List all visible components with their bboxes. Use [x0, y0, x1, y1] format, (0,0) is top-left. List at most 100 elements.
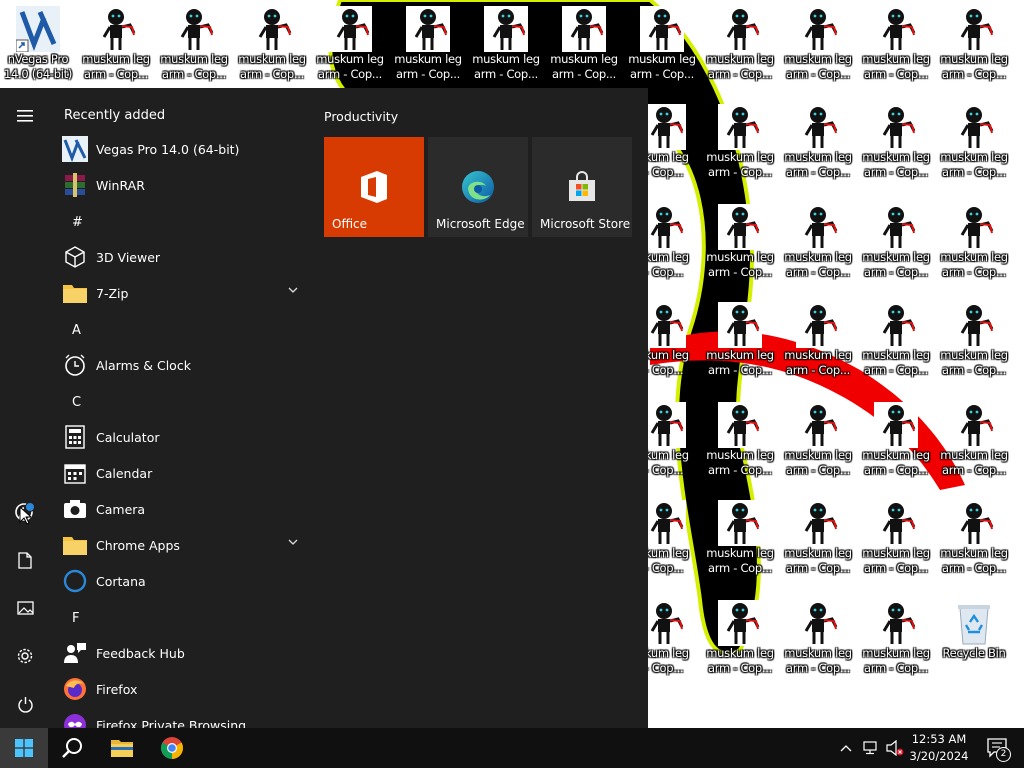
chevron-down-icon[interactable] [288, 287, 298, 293]
desktop-shortcut[interactable]: muskum leg arm - Cop... [936, 98, 1012, 192]
taskbar-file-explorer[interactable] [98, 728, 146, 768]
desktop-shortcut-label: Recycle Bin [942, 646, 1006, 660]
app-item-winrar[interactable]: WinRAR [60, 167, 310, 203]
desktop-shortcut[interactable]: muskum leg arm - Cop... [78, 0, 154, 94]
desktop-shortcut[interactable]: muskum leg arm - Cop... [780, 494, 856, 588]
app-item-firefox-private[interactable]: Firefox Private Browsing [60, 707, 310, 728]
desktop-shortcut[interactable]: muskum leg arm - Cop... [234, 0, 310, 94]
app-item-vegas-pro[interactable]: Vegas Pro 14.0 (64-bit) [60, 131, 310, 167]
desktop-shortcut[interactable]: muskum leg arm - Cop... [936, 0, 1012, 94]
desktop-shortcut[interactable]: muskum leg arm - Cop... [780, 98, 856, 192]
app-label: Camera [96, 501, 146, 517]
desktop-shortcut[interactable]: muskum leg arm - Cop... [858, 594, 934, 688]
group-letter-f[interactable]: F [72, 611, 79, 626]
desktop-shortcut[interactable]: muskum leg arm - Cop... [780, 594, 856, 688]
app-label: Chrome Apps [96, 537, 180, 553]
desktop-shortcut[interactable]: muskum leg arm - Cop... [858, 198, 934, 292]
desktop-shortcut[interactable]: muskum leg arm - Cop... [702, 494, 778, 588]
power-icon[interactable] [0, 680, 50, 728]
volume-button[interactable] [884, 728, 906, 768]
desktop-shortcut[interactable]: muskum leg arm - Cop... [702, 98, 778, 192]
desktop-shortcut[interactable]: muskum leg arm - Cop... [780, 396, 856, 490]
desktop-shortcut[interactable]: muskum leg arm - Cop... [858, 396, 934, 490]
desktop-shortcut[interactable]: muskum leg arm - Cop... [702, 296, 778, 390]
desktop-shortcut[interactable]: muskum leg arm - Cop... [702, 0, 778, 94]
stick-figure-icon [484, 6, 528, 52]
group-letter-c[interactable]: C [72, 395, 81, 410]
stick-figure-icon [874, 302, 918, 348]
settings-icon[interactable] [0, 632, 50, 680]
start-button[interactable] [0, 728, 48, 768]
vegas-pro-icon [62, 136, 88, 162]
desktop-shortcut[interactable]: muskum leg arm - Cop... [546, 0, 622, 94]
desktop-shortcut-label: muskum leg arm - Cop... [82, 52, 150, 81]
file-explorer-icon [111, 740, 133, 757]
chrome-icon [161, 737, 183, 759]
desktop-shortcut[interactable]: muskum leg arm - Cop... [780, 0, 856, 94]
stick-figure-icon [718, 104, 762, 150]
document-icon[interactable] [0, 536, 50, 584]
calculator-icon [62, 424, 88, 450]
desktop-shortcut[interactable]: muskum leg arm - Cop... [702, 396, 778, 490]
group-letter-hash[interactable]: # [72, 215, 83, 230]
stick-figure-icon [406, 6, 450, 52]
app-item-3d-viewer[interactable]: 3D Viewer [60, 239, 310, 275]
hamburger-icon[interactable] [0, 92, 50, 140]
app-item-camera[interactable]: Camera [60, 491, 310, 527]
tile-microsoft-edge[interactable]: Microsoft Edge [428, 137, 528, 237]
desktop-shortcut[interactable]: muskum leg arm - Cop... [702, 594, 778, 688]
recycle-bin-icon [952, 600, 996, 646]
desktop-shortcut[interactable]: muskum leg arm - Cop... [780, 198, 856, 292]
chevron-down-icon[interactable] [288, 539, 298, 545]
tile-office[interactable]: Office [324, 137, 424, 237]
app-list[interactable]: Recently added Vegas Pro 14.0 (64-bit) W… [50, 88, 312, 728]
stick-figure-icon [874, 204, 918, 250]
desktop-shortcut-label: muskum leg arm - Cop... [784, 546, 852, 575]
desktop-shortcut[interactable]: muskum leg arm - Cop... [624, 0, 700, 94]
desktop-shortcut[interactable]: Recycle Bin [936, 594, 1012, 688]
desktop-shortcut-label: muskum leg arm - Cop... [862, 546, 930, 575]
desktop-shortcut[interactable]: nVegas Pro 14.0 (64-bit) [0, 0, 76, 94]
desktop-shortcut[interactable]: muskum leg arm - Cop... [780, 296, 856, 390]
tile-label: Office [332, 217, 368, 231]
desktop-shortcut-label: muskum leg arm - Cop... [706, 348, 774, 377]
desktop-shortcut[interactable]: muskum leg arm - Cop... [468, 0, 544, 94]
app-label: Calculator [96, 429, 160, 445]
app-item-7-zip[interactable]: 7-Zip [60, 275, 310, 311]
action-center-button[interactable]: 2 [978, 728, 1018, 768]
search-button[interactable] [48, 728, 96, 768]
taskbar-chrome[interactable] [148, 728, 196, 768]
pictures-icon[interactable] [0, 584, 50, 632]
desktop-shortcut-label: muskum leg arm - Cop... [706, 150, 774, 179]
desktop-shortcut[interactable]: muskum leg arm - Cop... [156, 0, 232, 94]
stick-figure-icon [250, 6, 294, 52]
desktop-shortcut[interactable]: muskum leg arm - Cop... [858, 494, 934, 588]
app-item-alarms-clock[interactable]: Alarms & Clock [60, 347, 310, 383]
tile-microsoft-store[interactable]: Microsoft Store [532, 137, 632, 237]
desktop-shortcut[interactable]: muskum leg arm - Cop... [312, 0, 388, 94]
desktop-shortcut[interactable]: muskum leg arm - Cop... [936, 296, 1012, 390]
app-item-calculator[interactable]: Calculator [60, 419, 310, 455]
stick-figure-icon [796, 6, 840, 52]
desktop-shortcut[interactable]: muskum leg arm - Cop... [702, 198, 778, 292]
show-hidden-icons-button[interactable] [836, 728, 856, 768]
desktop-shortcut[interactable]: muskum leg arm - Cop... [390, 0, 466, 94]
stick-figure-icon [718, 402, 762, 448]
desktop-shortcut[interactable]: muskum leg arm - Cop... [936, 198, 1012, 292]
app-item-feedback-hub[interactable]: Feedback Hub [60, 635, 310, 671]
network-button[interactable] [860, 728, 882, 768]
desktop-shortcut[interactable]: muskum leg arm - Cop... [936, 494, 1012, 588]
desktop-shortcut[interactable]: muskum leg arm - Cop... [858, 0, 934, 94]
firefox-icon [62, 676, 88, 702]
desktop-shortcut[interactable]: muskum leg arm - Cop... [858, 98, 934, 192]
app-item-firefox[interactable]: Firefox [60, 671, 310, 707]
clock[interactable]: 12:53 AM 3/20/2024 [906, 731, 972, 765]
app-item-calendar[interactable]: Calendar [60, 455, 310, 491]
group-letter-a[interactable]: A [72, 323, 81, 338]
desktop-shortcut[interactable]: muskum leg arm - Cop... [936, 396, 1012, 490]
app-item-chrome-apps[interactable]: Chrome Apps [60, 527, 310, 563]
desktop-shortcut[interactable]: muskum leg arm - Cop... [858, 296, 934, 390]
app-item-cortana[interactable]: Cortana [60, 563, 310, 599]
desktop-shortcut-label: muskum leg arm - Cop... [862, 448, 930, 477]
tiles-group-title[interactable]: Productivity [324, 109, 398, 124]
